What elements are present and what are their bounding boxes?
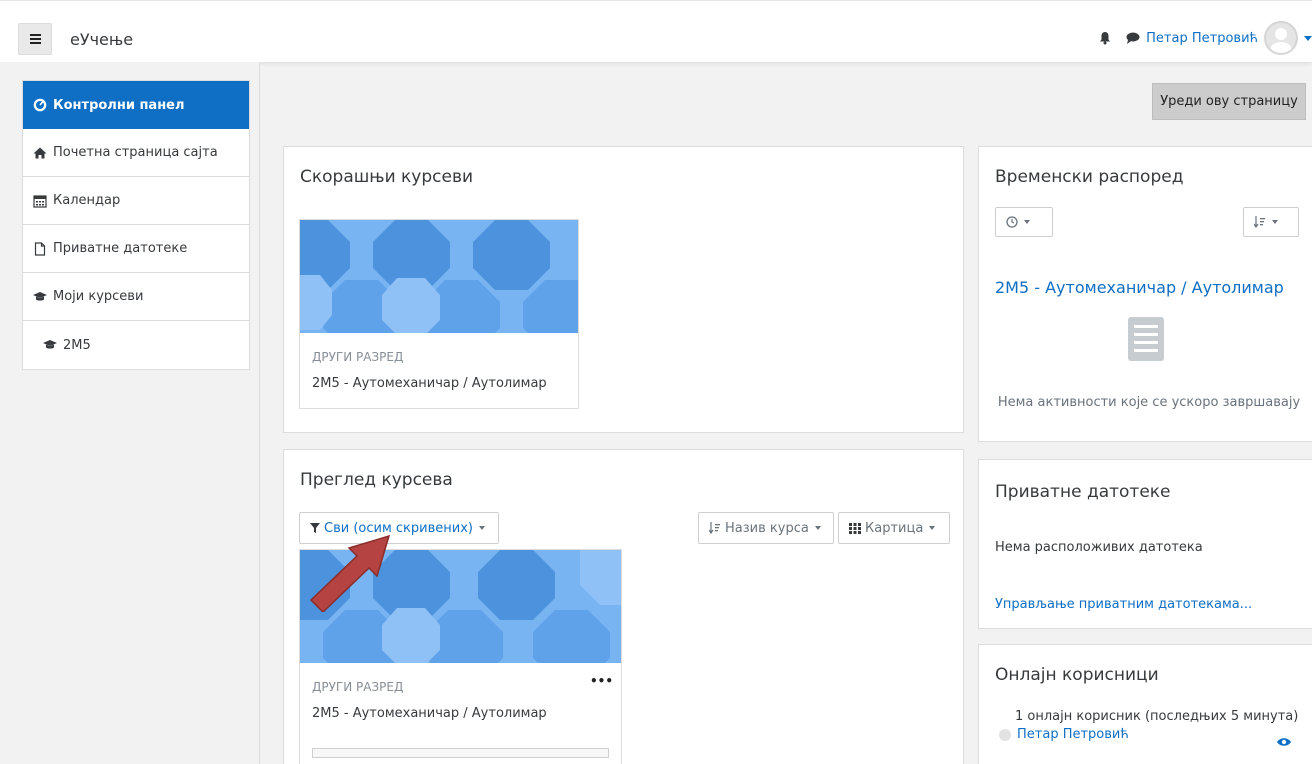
online-users-title: Онлајн корисници	[995, 665, 1159, 685]
sort-icon	[1254, 216, 1265, 228]
user-nav: Петар Петровић	[1098, 21, 1312, 55]
course-name-link[interactable]: 2M5 - Аутомеханичар / Аутолимар	[312, 376, 547, 391]
manage-private-files-link[interactable]: Управљање приватним датотекама...	[995, 597, 1252, 612]
sort-icon	[709, 522, 720, 534]
avatar-icon	[999, 728, 1011, 741]
caret-down-icon	[478, 526, 485, 530]
top-navbar: еУчење Петар Петровић	[0, 0, 1312, 62]
sidebar-item-my-courses[interactable]: Моји курсеви	[23, 273, 249, 321]
bell-icon[interactable]	[1098, 31, 1112, 45]
hamburger-icon	[29, 38, 41, 40]
recent-courses-title: Скорашњи курсеви	[300, 167, 474, 187]
caret-down-icon	[1024, 220, 1030, 224]
sidebar-item-private-files[interactable]: Приватне датотеке	[23, 225, 249, 273]
recent-course-card[interactable]: ДРУГИ РАЗРЕД 2M5 - Аутомеханичар / Аутол…	[299, 219, 579, 409]
course-image[interactable]	[300, 220, 578, 333]
calendar-icon	[33, 194, 47, 208]
nav-drawer: Контролни панел Почетна страница сајта К…	[0, 62, 260, 764]
caret-down-icon	[929, 526, 936, 530]
home-icon	[33, 147, 47, 158]
sidebar-item-label: Почетна страница сајта	[53, 145, 218, 160]
caret-down-icon	[1272, 220, 1278, 224]
timeline-filter-dropdown[interactable]	[995, 207, 1053, 237]
file-icon	[34, 241, 46, 256]
dashboard-icon	[33, 98, 47, 112]
view-dropdown[interactable]: Картица	[838, 512, 950, 544]
caret-down-icon[interactable]	[1304, 35, 1312, 41]
eye-icon[interactable]	[1277, 737, 1291, 747]
sidebar-item-label: Моји курсеви	[53, 289, 144, 304]
online-user-item[interactable]: Петар Петровић	[999, 727, 1129, 742]
sidebar-item-label: 2M5	[63, 337, 91, 353]
avatar-icon[interactable]	[1264, 21, 1298, 55]
sidebar-item-home[interactable]: Почетна страница сајта	[23, 129, 249, 177]
sidebar-item-label: Календар	[53, 193, 121, 208]
course-overview-title: Преглед курсева	[300, 470, 453, 490]
course-overview-block: Преглед курсева Сви (осим скривених) Наз…	[283, 449, 964, 764]
private-files-block: Приватне датотеке Нема расположивих дато…	[978, 459, 1312, 629]
clock-icon	[1006, 216, 1018, 228]
edit-page-button[interactable]: Уреди ову страницу	[1152, 83, 1306, 120]
course-name-link[interactable]: 2M5 - Аутомеханичар / Аутолимар	[312, 706, 547, 721]
course-menu-button[interactable]: •••	[590, 674, 613, 688]
timeline-empty-text: Нема активности које се ускоро завршавај…	[997, 395, 1301, 410]
online-users-block: Онлајн корисници 1 онлајн корисник (посл…	[978, 644, 1312, 764]
no-activities-icon	[1128, 317, 1164, 361]
timeline-title: Временски распоред	[995, 167, 1184, 187]
nav-list: Контролни панел Почетна страница сајта К…	[22, 80, 250, 370]
annotation-arrow-icon	[309, 534, 391, 612]
caret-down-icon	[814, 526, 821, 530]
user-name-link[interactable]: Петар Петровић	[1146, 31, 1258, 46]
timeline-course-link[interactable]: 2M5 - Аутомеханичар / Аутолимар	[995, 278, 1284, 297]
timeline-sort-dropdown[interactable]	[1243, 207, 1299, 237]
sidebar-item-label: Приватне датотеке	[53, 241, 188, 256]
private-files-title: Приватне датотеке	[995, 482, 1171, 502]
chat-icon[interactable]	[1126, 32, 1140, 44]
private-files-empty-text: Нема расположивих датотека	[995, 540, 1203, 555]
sort-label: Назив курса	[725, 520, 809, 536]
online-users-summary: 1 онлајн корисник (последњих 5 минута)	[1015, 709, 1299, 724]
graduation-cap-icon	[33, 291, 47, 301]
sort-dropdown[interactable]: Назив курса	[698, 512, 834, 544]
hamburger-menu-button[interactable]	[18, 23, 52, 55]
timeline-block: Временски распоред 2M5 - Аутомеханичар /…	[978, 146, 1312, 442]
course-category: ДРУГИ РАЗРЕД	[312, 680, 404, 694]
view-label: Картица	[865, 520, 924, 536]
online-user-name[interactable]: Петар Петровић	[1017, 727, 1129, 742]
course-pattern	[300, 220, 578, 333]
recent-courses-block: Скорашњи курсеви ДРУГИ РАЗРЕД 2M5 - Ауто…	[283, 146, 964, 433]
sidebar-item-dashboard[interactable]: Контролни панел	[23, 81, 249, 129]
course-category: ДРУГИ РАЗРЕД	[312, 350, 404, 364]
sidebar-item-label: Контролни панел	[53, 97, 185, 113]
sidebar-item-2m5[interactable]: 2M5	[23, 321, 249, 369]
course-progress-bar	[312, 748, 609, 758]
sidebar-item-calendar[interactable]: Календар	[23, 177, 249, 225]
site-brand[interactable]: еУчење	[70, 30, 133, 49]
graduation-cap-icon	[43, 340, 57, 349]
grid-icon	[849, 522, 861, 534]
